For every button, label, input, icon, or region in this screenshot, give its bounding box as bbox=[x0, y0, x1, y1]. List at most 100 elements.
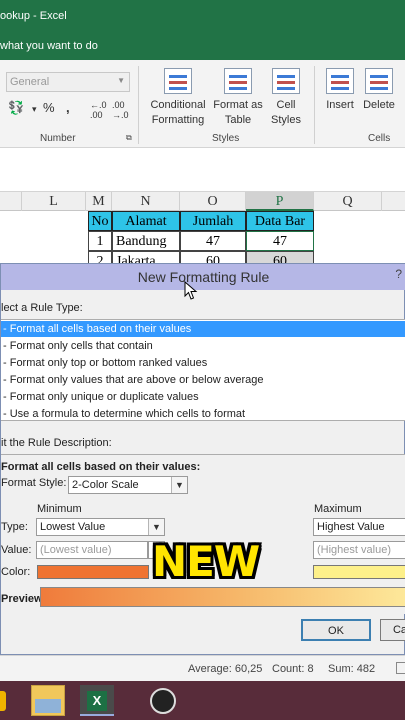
minimum-type-select[interactable]: Lowest Value ▼ bbox=[36, 518, 165, 536]
number-group-label: Number bbox=[40, 133, 76, 144]
delete-label: Delete bbox=[363, 99, 395, 111]
color-label: Color: bbox=[1, 566, 31, 578]
app-icon[interactable] bbox=[0, 691, 6, 711]
cells-group-label: Cells bbox=[368, 133, 391, 144]
format-as-table-icon bbox=[224, 68, 252, 94]
dialog-launcher-icon[interactable]: ⧉ bbox=[126, 133, 132, 143]
folder-icon bbox=[35, 699, 61, 713]
obs-taskbar-button[interactable] bbox=[146, 685, 180, 716]
status-average: Average: 60,25 bbox=[188, 663, 263, 675]
chevron-down-icon[interactable]: ▾ bbox=[32, 104, 37, 115]
color-scale-preview bbox=[40, 587, 405, 607]
decrease-decimal-icon[interactable]: .00 →.0 bbox=[112, 100, 129, 120]
edit-rule-description-label: it the Rule Description: bbox=[1, 437, 112, 449]
increase-decimal-icon[interactable]: ←.0.00 bbox=[90, 100, 107, 120]
rule-type-item[interactable]: - Format only cells that contain bbox=[1, 338, 405, 354]
minimum-type-value: Lowest Value bbox=[40, 521, 106, 533]
cell-styles-label: Cell Styles bbox=[271, 99, 301, 126]
chevron-down-icon: ▼ bbox=[171, 477, 187, 493]
mouse-cursor-icon bbox=[184, 281, 198, 300]
column-header[interactable]: N bbox=[112, 192, 180, 211]
chevron-down-icon: ▼ bbox=[148, 519, 164, 535]
tell-me-bar[interactable]: what you want to do bbox=[0, 32, 405, 60]
insert-label: Insert bbox=[326, 99, 354, 111]
type-label: Type: bbox=[1, 521, 28, 533]
format-style-label: Format Style: bbox=[1, 477, 67, 489]
minimum-color-picker[interactable] bbox=[37, 565, 149, 579]
worksheet-grid[interactable]: No Alamat Jumlah Data Bar 1 Bandung 47 4… bbox=[0, 211, 405, 271]
delete-cells-icon bbox=[365, 68, 393, 94]
table-cell[interactable]: 47 bbox=[246, 231, 314, 251]
insert-button[interactable]: Insert bbox=[322, 68, 358, 113]
format-as-table-label: Format as Table bbox=[213, 99, 263, 126]
group-divider bbox=[314, 66, 315, 144]
tell-me-text[interactable]: what you want to do bbox=[0, 40, 98, 52]
status-bar: Average: 60,25 Count: 8 Sum: 482 bbox=[0, 655, 405, 681]
number-format-dropdown[interactable]: General ▼ bbox=[6, 72, 130, 92]
new-formatting-rule-dialog: New Formatting Rule ? lect a Rule Type: … bbox=[0, 263, 405, 655]
cell-styles-icon bbox=[272, 68, 300, 94]
normal-view-icon[interactable] bbox=[396, 662, 405, 674]
maximum-color-picker[interactable] bbox=[313, 565, 405, 579]
table-header-cell[interactable]: No bbox=[88, 211, 112, 231]
delete-button[interactable]: Delete bbox=[360, 68, 398, 113]
column-headers: L M N O P Q bbox=[0, 192, 405, 211]
table-header-cell[interactable]: Data Bar bbox=[246, 211, 314, 231]
rule-type-list[interactable]: - Format all cells based on their values… bbox=[1, 319, 405, 421]
format-as-table-button[interactable]: Format as Table bbox=[212, 68, 264, 128]
taskbar: X bbox=[0, 681, 405, 720]
rule-type-item[interactable]: - Format only unique or duplicate values bbox=[1, 389, 405, 405]
percent-button[interactable]: % bbox=[43, 100, 55, 115]
ok-button[interactable]: OK bbox=[301, 619, 371, 641]
ribbon: General ▼ 💱 ▾ % , ←.0.00 .00 →.0 Number ⧉… bbox=[0, 60, 405, 148]
column-header[interactable] bbox=[0, 192, 22, 211]
new-sticker: NEW bbox=[152, 537, 260, 586]
column-header[interactable]: O bbox=[180, 192, 246, 211]
formula-area bbox=[0, 148, 405, 192]
obs-icon bbox=[150, 688, 176, 714]
comma-button[interactable]: , bbox=[66, 100, 70, 115]
minimum-value-input[interactable]: (Lowest value) bbox=[36, 541, 148, 559]
title-bar: ookup - Excel bbox=[0, 0, 405, 32]
window-title: ookup - Excel bbox=[0, 10, 67, 22]
excel-taskbar-button[interactable]: X bbox=[80, 685, 114, 716]
conditional-formatting-label: Conditional Formatting bbox=[150, 99, 206, 126]
accounting-format-icon[interactable]: 💱 bbox=[8, 100, 24, 116]
cell-styles-button[interactable]: Cell Styles bbox=[264, 68, 308, 128]
styles-group-label: Styles bbox=[212, 133, 240, 144]
column-header[interactable]: Q bbox=[314, 192, 382, 211]
format-style-value: 2-Color Scale bbox=[72, 479, 139, 491]
cancel-button[interactable]: Ca bbox=[380, 619, 405, 641]
table-header-cell[interactable]: Jumlah bbox=[180, 211, 246, 231]
table-header-cell[interactable]: Alamat bbox=[112, 211, 180, 231]
column-header-selected[interactable]: P bbox=[246, 192, 314, 211]
dialog-title[interactable]: New Formatting Rule bbox=[1, 264, 405, 290]
column-header[interactable]: M bbox=[86, 192, 112, 211]
file-explorer-icon[interactable] bbox=[31, 685, 65, 716]
table-cell[interactable]: 47 bbox=[180, 231, 246, 251]
select-rule-type-label: lect a Rule Type: bbox=[1, 302, 83, 314]
format-style-select[interactable]: 2-Color Scale ▼ bbox=[68, 476, 188, 494]
value-label: Value: bbox=[1, 544, 32, 556]
rule-type-item[interactable]: - Format only values that are above or b… bbox=[1, 372, 405, 388]
maximum-label: Maximum bbox=[314, 503, 362, 515]
rule-type-item[interactable]: - Use a formula to determine which cells… bbox=[1, 406, 405, 422]
maximum-type-select[interactable]: Highest Value bbox=[313, 518, 405, 536]
conditional-formatting-icon bbox=[164, 68, 192, 94]
status-count: Count: 8 bbox=[272, 663, 314, 675]
minimum-label: Minimum bbox=[37, 503, 82, 515]
rule-type-item-selected[interactable]: - Format all cells based on their values bbox=[1, 321, 405, 337]
number-format-value: General bbox=[10, 76, 50, 88]
table-cell[interactable]: 1 bbox=[88, 231, 112, 251]
maximum-value-input[interactable]: (Highest value) bbox=[313, 541, 405, 559]
help-icon[interactable]: ? bbox=[395, 267, 402, 281]
conditional-formatting-button[interactable]: Conditional Formatting bbox=[146, 68, 210, 128]
excel-icon: X bbox=[87, 691, 107, 711]
table-cell[interactable]: Bandung bbox=[112, 231, 180, 251]
column-header[interactable]: L bbox=[22, 192, 86, 211]
chevron-down-icon: ▼ bbox=[117, 76, 125, 85]
rule-type-item[interactable]: - Format only top or bottom ranked value… bbox=[1, 355, 405, 371]
description-heading: Format all cells based on their values: bbox=[1, 461, 201, 473]
maximum-type-value: Highest Value bbox=[317, 521, 385, 533]
insert-cells-icon bbox=[326, 68, 354, 94]
